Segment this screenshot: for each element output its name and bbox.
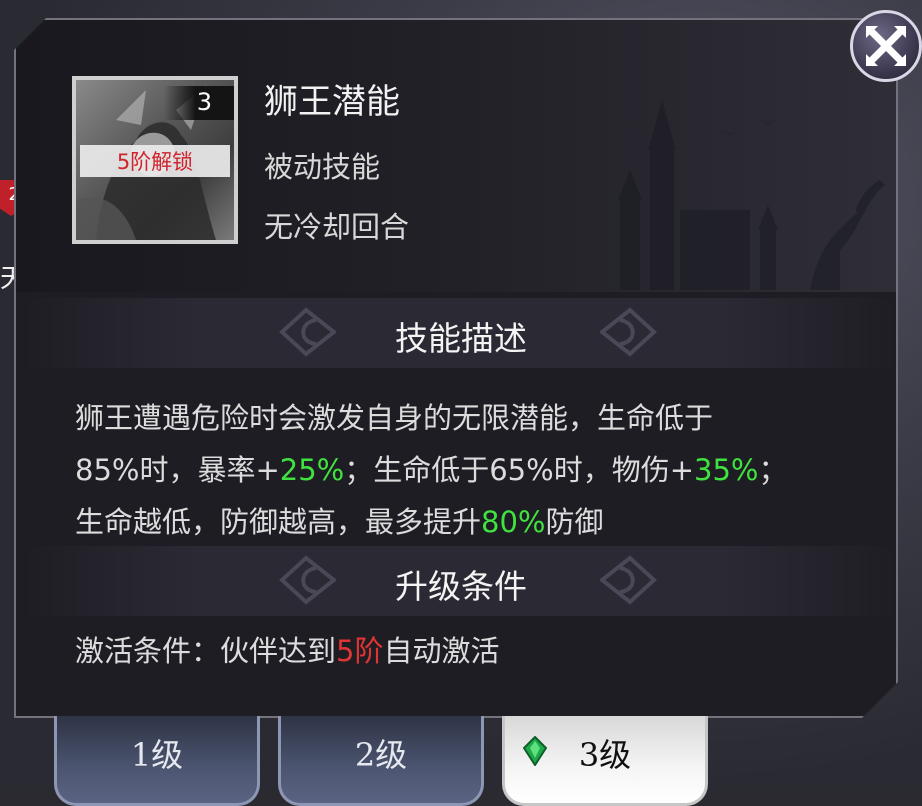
skill-name: 狮王潜能 [264,82,400,122]
tab-level-3[interactable]: 3级 [502,716,708,806]
close-button[interactable] [850,10,922,82]
tab-level-1[interactable]: 1级 [54,716,260,806]
skill-portrait-image: 3 5阶解锁 [76,80,234,240]
castle-silhouette-icon [618,100,885,290]
activation-condition: 激活条件：伙伴达到5阶自动激活 [75,634,500,668]
skill-type: 被动技能 [264,150,381,184]
close-icon [866,26,906,66]
skill-cooldown: 无冷却回合 [264,210,410,244]
skill-icon-card: 3 5阶解锁 [72,76,238,244]
description-title: 技能描述 [395,319,527,358]
description-line: 85%时，暴率+25%；生命低于65%时，物伤+35%； [75,453,788,487]
unlock-requirement-text: 5阶解锁 [116,150,194,174]
description-line: 狮王遭遇危险时会激发自身的无限潜能，生命低于 [75,401,714,435]
skill-description: 狮王遭遇危险时会激发自身的无限潜能，生命低于 85%时，暴率+25%；生命低于6… [75,392,875,548]
tab-label: 1级 [130,736,184,774]
tab-label: 2级 [354,736,408,774]
upgrade-title: 升级条件 [395,567,527,606]
skill-level-number: 3 [196,88,212,116]
description-line: 生命越低，防御越高，最多提升80%防御 [75,505,604,539]
tab-level-2[interactable]: 2级 [278,716,484,806]
tab-label: 3级 [578,736,632,774]
